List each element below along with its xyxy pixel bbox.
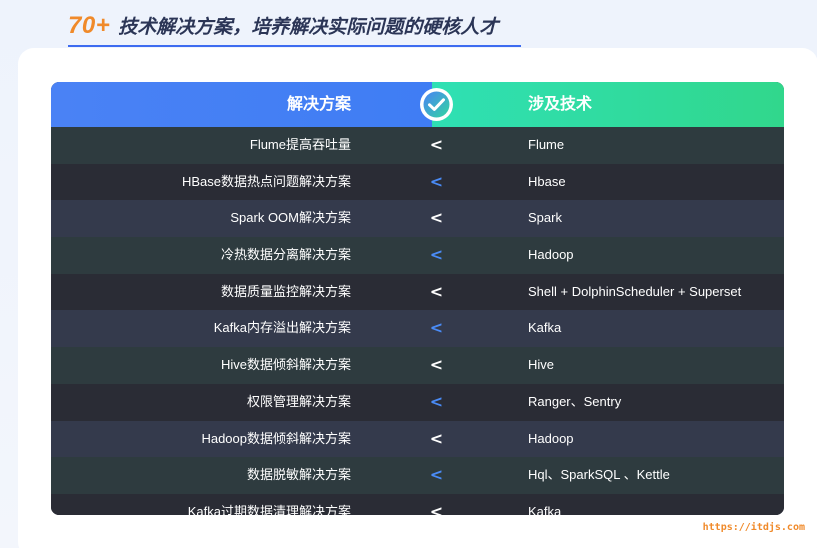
tech-cell: Hbase	[528, 173, 566, 189]
solution-cell: Kafka内存溢出解决方案	[213, 320, 351, 336]
column-header-tech: 涉及技术	[528, 96, 593, 113]
solution-cell: HBase数据热点问题解决方案	[181, 173, 351, 189]
solution-cell: 冷热数据分离解决方案	[220, 247, 351, 263]
table-row: Hive数据倾斜解决方案 < > Hive	[51, 347, 784, 411]
double-arrow-icon: < >	[429, 355, 445, 411]
double-arrow-icon: < >	[429, 465, 445, 515]
double-arrow-icon: < >	[429, 391, 445, 448]
double-arrow-icon: < >	[429, 281, 445, 338]
solutions-table: 解决方案 涉及技术 Flume提高吞吐量 < > Flume HBase数据热点问题解…	[51, 82, 784, 515]
table-row: 冷热数据分离解决方案 < > Hadoop	[51, 237, 784, 301]
double-arrow-icon: < >	[429, 208, 445, 264]
table-row: Kafka内存溢出解决方案 < > Kafka	[51, 310, 784, 374]
tech-cell: Kafka	[528, 503, 562, 515]
double-arrow-icon: < >	[429, 428, 445, 485]
table-row: Hadoop数据倾斜解决方案 < > Hadoop	[51, 420, 784, 485]
tech-cell: Hadoop	[528, 430, 574, 446]
table-row: 数据脱敏解决方案 < > Hql、SparkSQL 、Kettle	[51, 457, 784, 515]
header-count: 70+	[68, 12, 111, 39]
table-header: 解决方案 涉及技术	[51, 82, 784, 127]
table-row: Spark OOM解决方案 < > Spark	[51, 200, 784, 264]
tech-cell: Spark	[528, 210, 562, 226]
solution-cell: Kafka过期数据清理解决方案	[187, 503, 351, 515]
solution-cell: 数据脱敏解决方案	[246, 467, 351, 483]
solution-cell: Hive数据倾斜解决方案	[220, 357, 351, 373]
check-circle-icon	[420, 88, 453, 121]
column-header-solution: 解决方案	[286, 96, 351, 113]
double-arrow-icon: < >	[429, 135, 445, 191]
watermark: https://itdjs.com	[702, 522, 805, 533]
double-arrow-icon: < >	[429, 501, 445, 515]
double-arrow-icon: < >	[429, 318, 445, 374]
tech-cell: Ranger、Sentry	[528, 393, 622, 409]
tech-cell: Kafka	[528, 320, 562, 336]
tech-cell: Shell + DolphinScheduler + Superset	[528, 283, 742, 299]
table-row: Kafka过期数据清理解决方案 < > Kafka	[51, 493, 784, 515]
tech-cell: Hive	[528, 357, 555, 373]
double-arrow-icon: < >	[429, 171, 445, 228]
tech-cell: Flume	[528, 137, 565, 152]
header-underline	[68, 45, 521, 47]
table-row: 数据质量监控解决方案 < > Shell + DolphinScheduler + …	[51, 273, 784, 338]
solution-cell: Hadoop数据倾斜解决方案	[201, 430, 351, 446]
solution-cell: 权限管理解决方案	[246, 393, 351, 409]
table-body: Flume提高吞吐量 < > Flume HBase数据热点问题解决方案 < > Hbas…	[51, 127, 784, 515]
table-row: HBase数据热点问题解决方案 < > Hbase	[51, 163, 784, 228]
header-title: 技术解决方案，培养解决实际问题的硬核人才	[118, 17, 499, 38]
section-header: 70+ 技术解决方案，培养解决实际问题的硬核人才	[68, 12, 498, 48]
table-row: 权限管理解决方案 < > Ranger、Sentry	[51, 383, 784, 448]
table-row: Flume提高吞吐量 < > Flume	[51, 127, 784, 191]
tech-cell: Hadoop	[528, 247, 574, 263]
solution-cell: Spark OOM解决方案	[230, 210, 351, 226]
tech-cell: Hql、SparkSQL 、Kettle	[528, 467, 670, 483]
solution-cell: 数据质量监控解决方案	[220, 283, 351, 299]
solution-cell: Flume提高吞吐量	[249, 137, 351, 152]
double-arrow-icon: < >	[429, 245, 445, 301]
